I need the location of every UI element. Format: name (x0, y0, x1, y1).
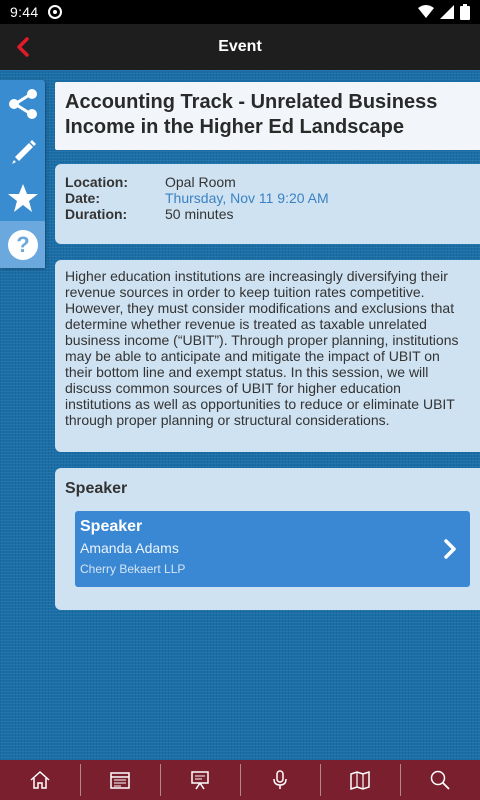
tab-home[interactable] (0, 760, 80, 800)
duration-value: 50 minutes (165, 206, 234, 222)
favorite-button[interactable] (0, 174, 45, 221)
status-bar: 9:44 ! (0, 0, 480, 24)
speaker-section: Speaker Speaker Amanda Adams Cherry Beka… (55, 468, 480, 610)
sync-icon (48, 5, 63, 19)
speaker-organization: Cherry Bekaert LLP (80, 562, 186, 576)
location-label: Location: (65, 174, 128, 190)
wifi-icon (418, 5, 434, 18)
speaker-heading: Speaker (65, 480, 128, 497)
status-time: 9:44 (10, 4, 39, 20)
note-button[interactable] (0, 127, 45, 174)
date-link[interactable]: Thursday, Nov 11 9:20 AM (165, 190, 329, 206)
page-title: Event (218, 38, 262, 55)
app-bar: Event (0, 24, 480, 70)
battery-icon (460, 4, 470, 20)
home-icon (30, 770, 50, 789)
side-action-rail: ? (0, 80, 45, 268)
tab-sessions[interactable] (160, 760, 240, 800)
map-icon (350, 770, 370, 791)
microphone-icon (273, 770, 287, 789)
speaker-role: Speaker (80, 518, 143, 535)
schedule-icon (110, 772, 130, 789)
help-icon: ? (7, 229, 38, 260)
svg-text:!: ! (443, 9, 445, 16)
tab-map[interactable] (320, 760, 400, 800)
speaker-name: Amanda Adams (80, 540, 179, 556)
tab-search[interactable] (400, 760, 480, 800)
event-info-card: Location: Opal Room Date: Thursday, Nov … (55, 164, 480, 244)
date-row: Date: Thursday, Nov 11 9:20 AM (65, 190, 470, 206)
chevron-right-icon (444, 539, 456, 559)
bottom-tab-bar (0, 760, 480, 800)
event-title-card: Accounting Track - Unrelated Business In… (55, 82, 480, 150)
tab-schedule[interactable] (80, 760, 160, 800)
svg-text:?: ? (16, 232, 29, 257)
duration-label: Duration: (65, 206, 128, 222)
event-description-card: Higher education institutions are increa… (55, 260, 480, 452)
location-value: Opal Room (165, 174, 236, 190)
signal-icon: ! (440, 5, 454, 19)
duration-row: Duration: 50 minutes (65, 206, 470, 222)
help-button[interactable]: ? (0, 221, 45, 268)
location-row: Location: Opal Room (65, 174, 470, 190)
date-label: Date: (65, 190, 101, 206)
tab-speakers[interactable] (240, 760, 320, 800)
pencil-icon (11, 139, 36, 164)
share-icon (8, 88, 37, 119)
star-icon (7, 183, 38, 212)
back-arrow-icon[interactable] (12, 35, 36, 59)
presentation-icon (191, 771, 209, 790)
event-description: Higher education institutions are increa… (65, 268, 459, 428)
status-icons: ! (418, 4, 470, 20)
speaker-list-item[interactable]: Speaker Amanda Adams Cherry Bekaert LLP (75, 511, 470, 587)
search-icon (430, 770, 450, 790)
share-button[interactable] (0, 80, 45, 127)
event-title: Accounting Track - Unrelated Business In… (65, 91, 438, 138)
